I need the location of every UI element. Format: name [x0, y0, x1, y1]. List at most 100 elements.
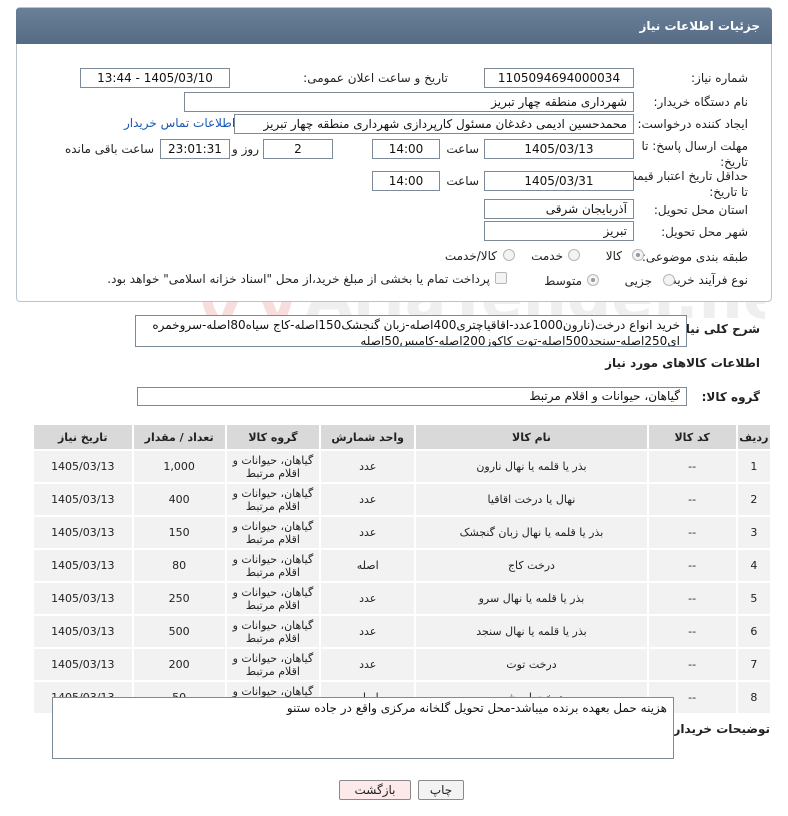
goods-code: --	[648, 517, 736, 548]
province-field: آذربایجان شرقی	[484, 199, 634, 219]
reply-time-field: 14:00	[372, 139, 440, 159]
goods-group: گیاهان، حیوانات و اقلام مرتبط	[226, 583, 320, 614]
creator-field: محمدحسین ادیمی دغدغان مسئول کارپردازی شه…	[234, 114, 634, 134]
category-option-goods: کالا	[605, 249, 622, 263]
unit: عدد	[321, 649, 415, 680]
row-number: 1	[737, 451, 770, 482]
col-need-date: تاریخ نیاز	[34, 425, 132, 449]
unit: عدد	[321, 484, 415, 515]
province-label: استان محل تحویل:	[653, 203, 748, 217]
goods-code: --	[648, 550, 736, 581]
process-option-minor: جزیی	[624, 274, 652, 288]
goods-group: گیاهان، حیوانات و اقلام مرتبط	[226, 517, 320, 548]
announce-date-field: 1405/03/10 - 13:44	[80, 68, 230, 88]
unit: عدد	[321, 517, 415, 548]
need-number-field: 1105094694000034	[484, 68, 634, 88]
remaining-days-field: 2	[263, 139, 333, 159]
quantity: 500	[133, 616, 225, 647]
need-date: 1405/03/13	[34, 550, 132, 581]
reply-time-label: ساعت	[446, 142, 479, 156]
row-number: 2	[737, 484, 770, 515]
row-number: 8	[737, 682, 770, 713]
goods-code: --	[648, 583, 736, 614]
goods-section-title: اطلاعات کالاهای مورد نیاز	[605, 356, 760, 370]
announce-date-label: تاریخ و ساعت اعلان عمومی:	[303, 71, 448, 85]
table-row: 4 -- درخت کاج اصله گیاهان، حیوانات و اقل…	[34, 550, 770, 581]
goods-name: درخت توت	[416, 649, 647, 680]
goods-name: بذر یا قلمه یا نهال سرو	[416, 583, 647, 614]
price-time-label: ساعت	[446, 174, 479, 188]
buyer-contact-link[interactable]: اطلاعات تماس خریدار	[124, 116, 235, 130]
goods-code: --	[648, 649, 736, 680]
buyer-notes-label: توضیحات خریدار:	[668, 722, 770, 736]
goods-code: --	[648, 616, 736, 647]
goods-group: گیاهان، حیوانات و اقلام مرتبط	[226, 484, 320, 515]
goods-table-header: ردیف کد کالا نام کالا واحد شمارش گروه کا…	[34, 425, 770, 449]
quantity: 400	[133, 484, 225, 515]
quantity: 200	[133, 649, 225, 680]
price-time-field: 14:00	[372, 171, 440, 191]
col-goods-name: نام کالا	[416, 425, 647, 449]
goods-group-label: گروه کالا:	[701, 390, 760, 404]
category-radio-both[interactable]	[503, 249, 515, 261]
process-type-label: نوع فرآیند خرید :	[663, 273, 748, 287]
row-number: 3	[737, 517, 770, 548]
need-date: 1405/03/13	[34, 451, 132, 482]
unit: اصله	[321, 550, 415, 581]
goods-code: --	[648, 484, 736, 515]
goods-name: نهال یا درخت اقاقیا	[416, 484, 647, 515]
unit: عدد	[321, 616, 415, 647]
process-radio-medium[interactable]	[587, 274, 599, 286]
goods-group: گیاهان، حیوانات و اقلام مرتبط	[226, 616, 320, 647]
remaining-time-field: 23:01:31	[160, 139, 230, 159]
goods-group: گیاهان، حیوانات و اقلام مرتبط	[226, 550, 320, 581]
need-number-label: شماره نیاز:	[691, 71, 748, 85]
buyer-notes-field: هزینه حمل بعهده برنده میباشد-محل تحویل گ…	[52, 697, 674, 759]
need-date: 1405/03/13	[34, 583, 132, 614]
row-number: 4	[737, 550, 770, 581]
days-label: روز و	[232, 142, 259, 156]
col-row-number: ردیف	[737, 425, 770, 449]
goods-name: درخت کاج	[416, 550, 647, 581]
process-radio-minor[interactable]	[663, 274, 675, 286]
table-row: 7 -- درخت توت عدد گیاهان، حیوانات و اقلا…	[34, 649, 770, 680]
reply-deadline-label: مهلت ارسال پاسخ: تا تاریخ:	[641, 139, 748, 169]
buyer-name-label: نام دستگاه خریدار:	[653, 95, 749, 109]
back-button[interactable]: بازگشت	[339, 780, 411, 800]
quantity: 250	[133, 583, 225, 614]
quantity: 150	[133, 517, 225, 548]
row-number: 5	[737, 583, 770, 614]
page-title: جزئیات اطلاعات نیاز	[16, 8, 772, 44]
buyer-name-field: شهرداری منطقه چهار تبریز	[184, 92, 634, 112]
quantity: 80	[133, 550, 225, 581]
table-row: 3 -- بذر یا قلمه یا نهال زبان گنجشک عدد …	[34, 517, 770, 548]
goods-group: گیاهان، حیوانات و اقلام مرتبط	[226, 649, 320, 680]
table-row: 5 -- بذر یا قلمه یا نهال سرو عدد گیاهان،…	[34, 583, 770, 614]
city-field: تبریز	[484, 221, 634, 241]
goods-group-field: گیاهان، حیوانات و اقلام مرتبط	[137, 387, 687, 406]
category-radio-goods[interactable]	[632, 249, 644, 261]
treasury-payment-checkbox[interactable]	[495, 272, 507, 284]
table-row: 2 -- نهال یا درخت اقاقیا عدد گیاهان، حیو…	[34, 484, 770, 515]
col-quantity: تعداد / مقدار	[133, 425, 225, 449]
goods-code: --	[648, 451, 736, 482]
category-option-both: کالا/خدمت	[444, 249, 497, 263]
price-validity-label: حداقل تاریخ اعتبار قیمت: تا تاریخ:	[621, 169, 748, 199]
city-label: شهر محل تحویل:	[661, 225, 748, 239]
price-date-field: 1405/03/31	[484, 171, 634, 191]
print-button[interactable]: چاپ	[418, 780, 464, 800]
goods-group: گیاهان، حیوانات و اقلام مرتبط	[226, 451, 320, 482]
category-radio-service[interactable]	[568, 249, 580, 261]
treasury-payment-note: پرداخت تمام یا بخشی از مبلغ خرید،از محل …	[107, 272, 490, 286]
unit: عدد	[321, 583, 415, 614]
goods-name: بذر یا قلمه یا نهال سنجد	[416, 616, 647, 647]
row-number: 7	[737, 649, 770, 680]
need-date: 1405/03/13	[34, 616, 132, 647]
quantity: 1,000	[133, 451, 225, 482]
col-unit: واحد شمارش	[321, 425, 415, 449]
need-date: 1405/03/13	[34, 649, 132, 680]
category-label: طبقه بندی موضوعی:	[641, 250, 748, 264]
category-option-service: خدمت	[531, 249, 563, 263]
row-number: 6	[737, 616, 770, 647]
reply-date-field: 1405/03/13	[484, 139, 634, 159]
